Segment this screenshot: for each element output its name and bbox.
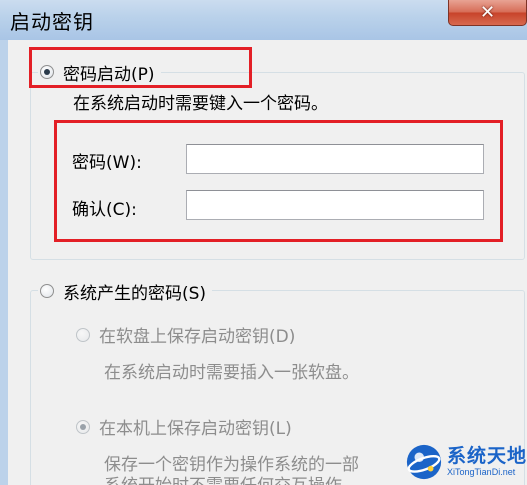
confirm-label: 确认(C):	[72, 200, 137, 220]
password-label: 密码(W):	[72, 153, 142, 173]
radio-unchecked-icon	[40, 284, 54, 298]
password-input[interactable]	[186, 144, 484, 174]
window-title: 启动密钥	[10, 10, 94, 34]
close-button[interactable]: ✕	[448, 0, 527, 26]
close-icon: ✕	[479, 2, 496, 23]
system-password-radio[interactable]: 系统产生的密码(S)	[38, 277, 213, 305]
watermark-main-text: 系统天地	[447, 444, 527, 467]
local-key-description-line2: 系统开始时不需要任何交互操作。	[104, 471, 359, 485]
floppy-key-radio[interactable]: 在软盘上保存启动密钥(D)	[76, 322, 295, 347]
startup-key-dialog: 启动密钥 ✕ 密码启动(P) 在系统启动时需要键入一个密码。 密码(W): 确认…	[0, 0, 527, 485]
local-key-label: 在本机上保存启动密钥(L)	[99, 419, 292, 439]
password-startup-label: 密码启动(P)	[63, 64, 155, 85]
radio-disabled-checked-icon	[76, 419, 90, 434]
password-startup-radio[interactable]: 密码启动(P)	[38, 57, 161, 87]
local-key-radio[interactable]: 在本机上保存启动密钥(L)	[76, 414, 292, 439]
title-bar: 启动密钥 ✕	[0, 0, 527, 40]
site-watermark: 系统天地 XiTongTianDi.net	[405, 438, 527, 485]
watermark-logo-icon	[406, 444, 442, 479]
system-password-label: 系统产生的密码(S)	[63, 283, 207, 304]
floppy-key-label: 在软盘上保存启动密钥(D)	[99, 327, 296, 347]
floppy-key-description: 在系统启动时需要插入一张软盘。	[104, 363, 359, 383]
radio-disabled-icon	[76, 327, 90, 342]
radio-checked-icon	[40, 65, 54, 79]
password-startup-description: 在系统启动时需要键入一个密码。	[73, 94, 328, 114]
watermark-sub-text: XiTongTianDi.net	[447, 466, 516, 477]
confirm-input[interactable]	[186, 190, 484, 220]
